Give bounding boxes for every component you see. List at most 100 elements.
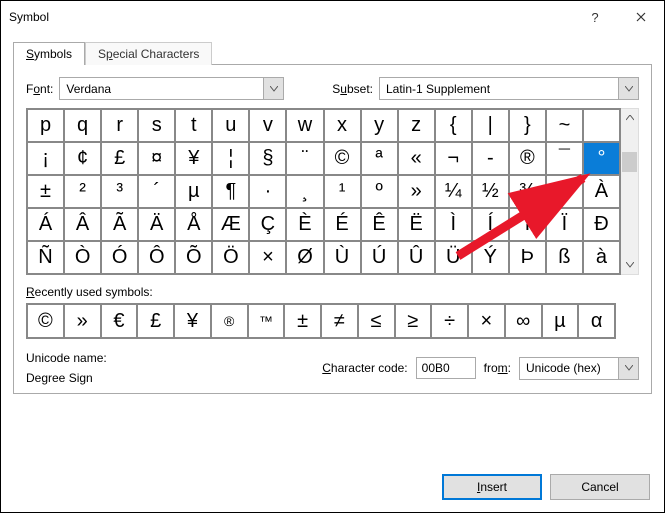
charcode-input[interactable] bbox=[416, 357, 476, 379]
symbol-cell[interactable]: ³ bbox=[101, 175, 138, 208]
symbol-cell[interactable]: q bbox=[64, 109, 101, 142]
symbol-cell[interactable]: Î bbox=[509, 208, 546, 241]
symbol-cell[interactable]: ¦ bbox=[212, 142, 249, 175]
recent-cell[interactable]: » bbox=[64, 304, 101, 338]
symbol-cell[interactable]: ¹ bbox=[324, 175, 361, 208]
recent-cell[interactable]: ≤ bbox=[358, 304, 395, 338]
font-combo[interactable]: Verdana bbox=[59, 77, 284, 100]
symbol-cell[interactable]: | bbox=[472, 109, 509, 142]
symbol-cell[interactable]: Ý bbox=[472, 241, 509, 274]
symbol-cell[interactable]: ¡ bbox=[27, 142, 64, 175]
recent-grid[interactable]: ©»€£¥®™±≠≤≥÷×∞µα bbox=[26, 303, 616, 339]
recent-cell[interactable]: ÷ bbox=[431, 304, 468, 338]
chevron-down-icon[interactable] bbox=[618, 358, 638, 379]
symbol-cell[interactable]: r bbox=[101, 109, 138, 142]
symbol-cell[interactable]: ¨ bbox=[286, 142, 323, 175]
recent-cell[interactable]: µ bbox=[542, 304, 579, 338]
symbol-cell[interactable]: ¼ bbox=[435, 175, 472, 208]
symbol-grid[interactable]: pqrstuvwxyz{|}~¡¢£¤¥¦§¨©ª«¬-®¯°±²³´µ¶·¸¹… bbox=[26, 108, 621, 275]
symbol-cell[interactable]: È bbox=[286, 208, 323, 241]
symbol-cell[interactable]: Ñ bbox=[27, 241, 64, 274]
symbol-cell[interactable]: Ù bbox=[324, 241, 361, 274]
symbol-cell[interactable]: µ bbox=[175, 175, 212, 208]
symbol-cell[interactable]: º bbox=[361, 175, 398, 208]
symbol-cell[interactable]: à bbox=[583, 241, 620, 274]
symbol-cell[interactable]: » bbox=[398, 175, 435, 208]
symbol-cell[interactable]: ± bbox=[27, 175, 64, 208]
help-button[interactable]: ? bbox=[572, 1, 618, 33]
symbol-cell[interactable]: Å bbox=[175, 208, 212, 241]
symbol-cell[interactable]: Ï bbox=[546, 208, 583, 241]
symbol-cell[interactable] bbox=[583, 109, 620, 142]
symbol-cell[interactable]: Ä bbox=[138, 208, 175, 241]
symbol-cell[interactable]: ß bbox=[546, 241, 583, 274]
symbol-cell[interactable]: Í bbox=[472, 208, 509, 241]
symbol-cell[interactable]: § bbox=[249, 142, 286, 175]
symbol-cell[interactable]: ¤ bbox=[138, 142, 175, 175]
recent-cell[interactable]: ≠ bbox=[321, 304, 358, 338]
symbol-cell[interactable]: Ì bbox=[435, 208, 472, 241]
recent-cell[interactable]: ∞ bbox=[505, 304, 542, 338]
scroll-track[interactable] bbox=[621, 127, 638, 256]
symbol-cell[interactable]: Ò bbox=[64, 241, 101, 274]
cancel-button[interactable]: Cancel bbox=[550, 474, 650, 500]
close-button[interactable] bbox=[618, 1, 664, 33]
symbol-cell[interactable]: É bbox=[324, 208, 361, 241]
scroll-down-icon[interactable] bbox=[621, 256, 638, 274]
symbol-cell[interactable]: ¶ bbox=[212, 175, 249, 208]
recent-cell[interactable]: ™ bbox=[248, 304, 285, 338]
recent-cell[interactable]: ≥ bbox=[395, 304, 432, 338]
chevron-down-icon[interactable] bbox=[263, 78, 283, 99]
symbol-cell[interactable]: ® bbox=[509, 142, 546, 175]
symbol-cell[interactable]: £ bbox=[101, 142, 138, 175]
symbol-cell[interactable]: ¿ bbox=[546, 175, 583, 208]
symbol-cell[interactable]: Ç bbox=[249, 208, 286, 241]
symbol-cell[interactable]: Ê bbox=[361, 208, 398, 241]
symbol-cell[interactable]: v bbox=[249, 109, 286, 142]
symbol-cell[interactable]: ¬ bbox=[435, 142, 472, 175]
scrollbar[interactable] bbox=[621, 108, 639, 275]
symbol-cell[interactable]: z bbox=[398, 109, 435, 142]
tab-symbols[interactable]: Symbols bbox=[13, 42, 85, 65]
symbol-cell[interactable]: ¸ bbox=[286, 175, 323, 208]
from-combo[interactable]: Unicode (hex) bbox=[519, 357, 639, 380]
symbol-cell[interactable]: Ó bbox=[101, 241, 138, 274]
symbol-cell[interactable]: ¾ bbox=[509, 175, 546, 208]
recent-cell[interactable]: ¥ bbox=[174, 304, 211, 338]
symbol-cell[interactable]: © bbox=[324, 142, 361, 175]
chevron-down-icon[interactable] bbox=[618, 78, 638, 99]
symbol-cell[interactable]: ½ bbox=[472, 175, 509, 208]
symbol-cell[interactable]: Ö bbox=[212, 241, 249, 274]
symbol-cell[interactable]: Ô bbox=[138, 241, 175, 274]
recent-cell[interactable]: £ bbox=[137, 304, 174, 338]
symbol-cell[interactable]: y bbox=[361, 109, 398, 142]
insert-button[interactable]: Insert bbox=[442, 474, 542, 500]
symbol-cell[interactable]: Õ bbox=[175, 241, 212, 274]
symbol-cell[interactable]: { bbox=[435, 109, 472, 142]
symbol-cell[interactable]: x bbox=[324, 109, 361, 142]
symbol-cell[interactable]: × bbox=[249, 241, 286, 274]
symbol-cell[interactable]: ¯ bbox=[546, 142, 583, 175]
symbol-cell[interactable]: u bbox=[212, 109, 249, 142]
symbol-cell[interactable]: Þ bbox=[509, 241, 546, 274]
symbol-cell[interactable]: ´ bbox=[138, 175, 175, 208]
recent-cell[interactable]: α bbox=[578, 304, 615, 338]
symbol-cell[interactable]: Ø bbox=[286, 241, 323, 274]
symbol-cell[interactable]: ¥ bbox=[175, 142, 212, 175]
recent-cell[interactable]: ® bbox=[211, 304, 248, 338]
symbol-cell[interactable]: ª bbox=[361, 142, 398, 175]
scroll-thumb[interactable] bbox=[622, 152, 637, 172]
symbol-cell[interactable]: } bbox=[509, 109, 546, 142]
symbol-cell[interactable]: Ú bbox=[361, 241, 398, 274]
symbol-cell[interactable]: Â bbox=[64, 208, 101, 241]
symbol-cell[interactable]: Ã bbox=[101, 208, 138, 241]
recent-cell[interactable]: © bbox=[27, 304, 64, 338]
symbol-cell[interactable]: ~ bbox=[546, 109, 583, 142]
symbol-cell[interactable]: p bbox=[27, 109, 64, 142]
symbol-cell[interactable]: ² bbox=[64, 175, 101, 208]
subset-combo[interactable]: Latin-1 Supplement bbox=[379, 77, 639, 100]
symbol-cell[interactable]: s bbox=[138, 109, 175, 142]
symbol-cell[interactable]: Ð bbox=[583, 208, 620, 241]
recent-cell[interactable]: ± bbox=[284, 304, 321, 338]
scroll-up-icon[interactable] bbox=[621, 109, 638, 127]
